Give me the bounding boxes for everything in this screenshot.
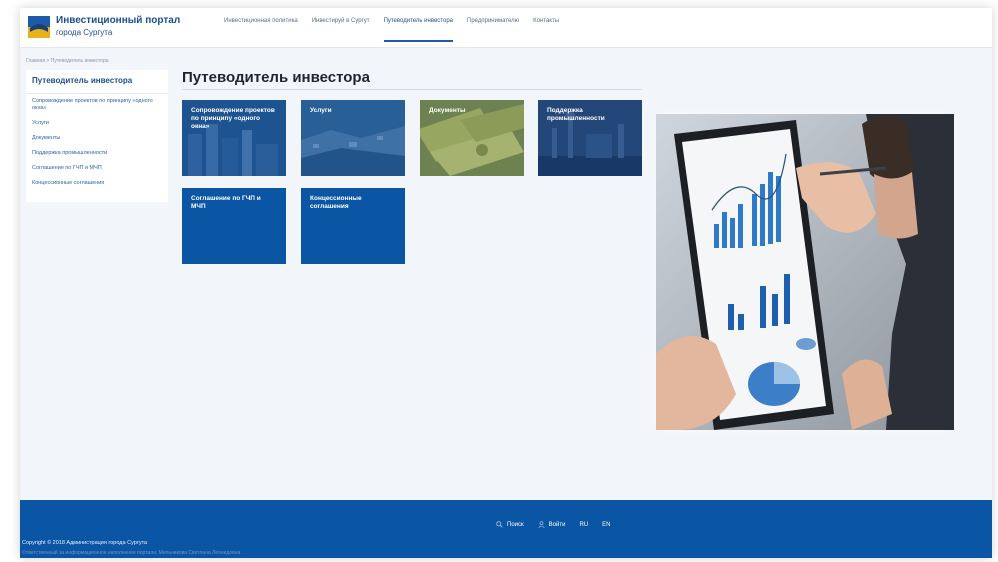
- nav-investment-policy[interactable]: Инвестиционная политика: [224, 18, 298, 42]
- footer-links: Поиск Войти RU EN: [496, 521, 624, 528]
- brand-title[interactable]: Инвестиционный портал: [56, 15, 180, 26]
- tile-label: Сопровождение проектов по принципу «одно…: [191, 107, 275, 130]
- sidebar-item-industry-support[interactable]: Поддержка промышленности: [26, 146, 168, 161]
- site-footer: Поиск Войти RU EN Copyright © 2018 Админ…: [20, 500, 992, 558]
- nav-invest-in-surgut[interactable]: Инвестируй в Сургут: [312, 18, 370, 42]
- tile-concessions[interactable]: Концессионные соглашения: [301, 188, 405, 264]
- footer-search-label: Поиск: [507, 521, 524, 528]
- business-charts-photo: [656, 114, 954, 430]
- tile-label: Концессионные соглашения: [310, 195, 362, 210]
- search-icon: [496, 521, 503, 528]
- breadcrumb[interactable]: Главная > Путеводитель инвестора: [26, 58, 109, 64]
- tile-services[interactable]: Услуги: [301, 100, 405, 176]
- nav-contacts[interactable]: Контакты: [533, 18, 559, 42]
- brand-subtitle[interactable]: города Сургута: [56, 28, 112, 37]
- tile-one-window[interactable]: Сопровождение проектов по принципу «одно…: [182, 100, 286, 176]
- sidebar-item-one-window[interactable]: Сопровождение проектов по принципу «одно…: [26, 94, 168, 116]
- lang-ru-label: RU: [579, 521, 589, 528]
- sidebar-item-services[interactable]: Услуги: [26, 116, 168, 131]
- tile-label: Документы: [429, 107, 466, 114]
- title-divider: [182, 89, 642, 90]
- footer-login-label: Войти: [548, 521, 566, 528]
- browser-frame: Инвестиционный портал города Сургута Инв…: [20, 8, 992, 558]
- tile-label: Услуги: [310, 107, 332, 114]
- nav-investor-guide[interactable]: Путеводитель инвестора: [383, 18, 453, 42]
- lang-en-label: EN: [602, 521, 611, 528]
- tile-ppp-agreements[interactable]: Соглашение по ГЧП и МЧП: [182, 188, 286, 264]
- user-icon: [538, 521, 545, 528]
- page-title: Путеводитель инвестора: [182, 69, 370, 86]
- tile-documents[interactable]: Документы: [420, 100, 524, 176]
- footer-search-button[interactable]: Поиск: [496, 521, 524, 528]
- sidebar: Путеводитель инвестора Сопровождение про…: [26, 70, 168, 202]
- nav-entrepreneur[interactable]: Предпринимателю: [467, 18, 519, 42]
- tile-label: Поддержка промышленности: [547, 107, 605, 122]
- sidebar-title: Путеводитель инвестора: [26, 70, 168, 94]
- sidebar-item-ppp-agreements[interactable]: Соглашения по ГЧП и МЧП: [26, 161, 168, 176]
- sidebar-item-documents[interactable]: Документы: [26, 131, 168, 146]
- tile-industry-support[interactable]: Поддержка промышленности: [538, 100, 642, 176]
- lang-en-button[interactable]: EN: [602, 522, 610, 528]
- footer-note: Ответственный за информационное наполнен…: [22, 550, 241, 556]
- footer-login-button[interactable]: Войти: [538, 521, 566, 528]
- copyright-text: Copyright © 2018 Администрация города Су…: [22, 540, 148, 546]
- sidebar-item-concessions[interactable]: Концессионные соглашения: [26, 176, 168, 191]
- top-navigation: Инвестиционная политика Инвестируй в Сур…: [224, 18, 573, 42]
- city-coat-of-arms-icon[interactable]: [28, 16, 50, 38]
- lang-ru-button[interactable]: RU: [579, 522, 588, 528]
- site-header: Инвестиционный портал города Сургута Инв…: [20, 8, 992, 48]
- tile-label: Соглашение по ГЧП и МЧП: [191, 195, 261, 210]
